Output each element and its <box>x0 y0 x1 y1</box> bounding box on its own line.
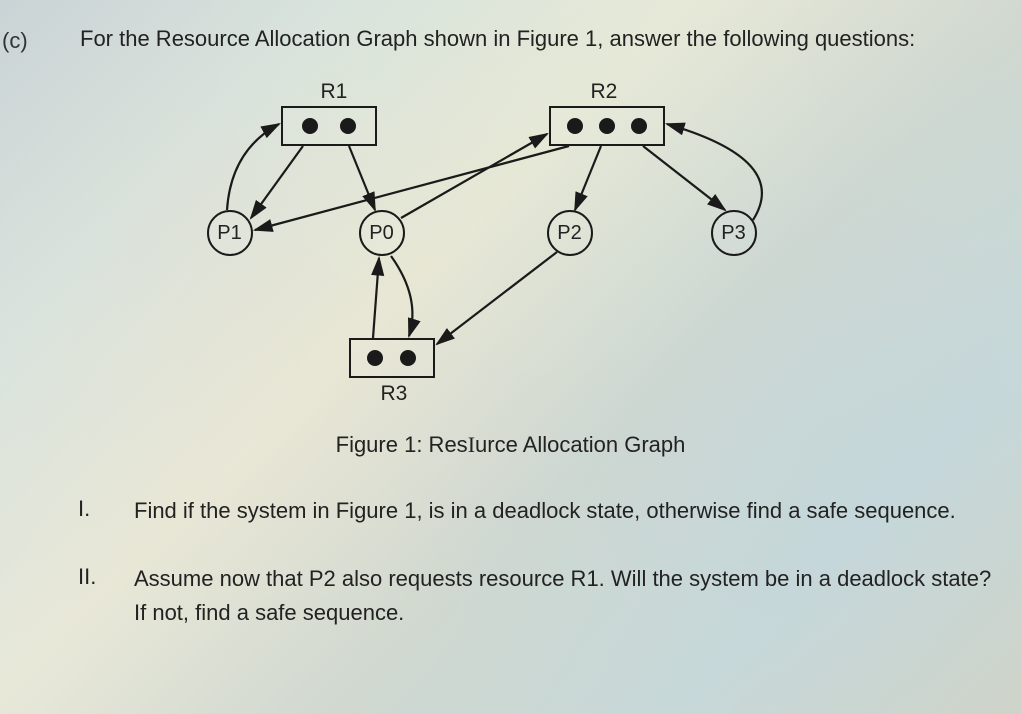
intro-text: For the Resource Allocation Graph shown … <box>80 26 1003 52</box>
resource-allocation-graph: R1 R2 R3 P1 P0 P2 P3 <box>191 80 831 420</box>
text-cursor-icon: I <box>468 432 475 457</box>
question-text: Find if the system in Figure 1, is in a … <box>134 494 1003 528</box>
part-label: (c) <box>2 28 28 54</box>
caption-prefix: Figure 1: Res <box>336 432 468 457</box>
question-row: I. Find if the system in Figure 1, is in… <box>78 494 1003 528</box>
question-number: I. <box>78 494 134 522</box>
graph-edges <box>191 80 831 420</box>
caption-suffix: urce Allocation Graph <box>475 432 685 457</box>
question-number: II. <box>78 562 134 590</box>
questions-list: I. Find if the system in Figure 1, is in… <box>78 494 1003 630</box>
question-text: Assume now that P2 also requests resourc… <box>134 562 1003 630</box>
question-row: II. Assume now that P2 also requests res… <box>78 562 1003 630</box>
figure-caption: Figure 1: ResIurce Allocation Graph <box>18 432 1003 458</box>
